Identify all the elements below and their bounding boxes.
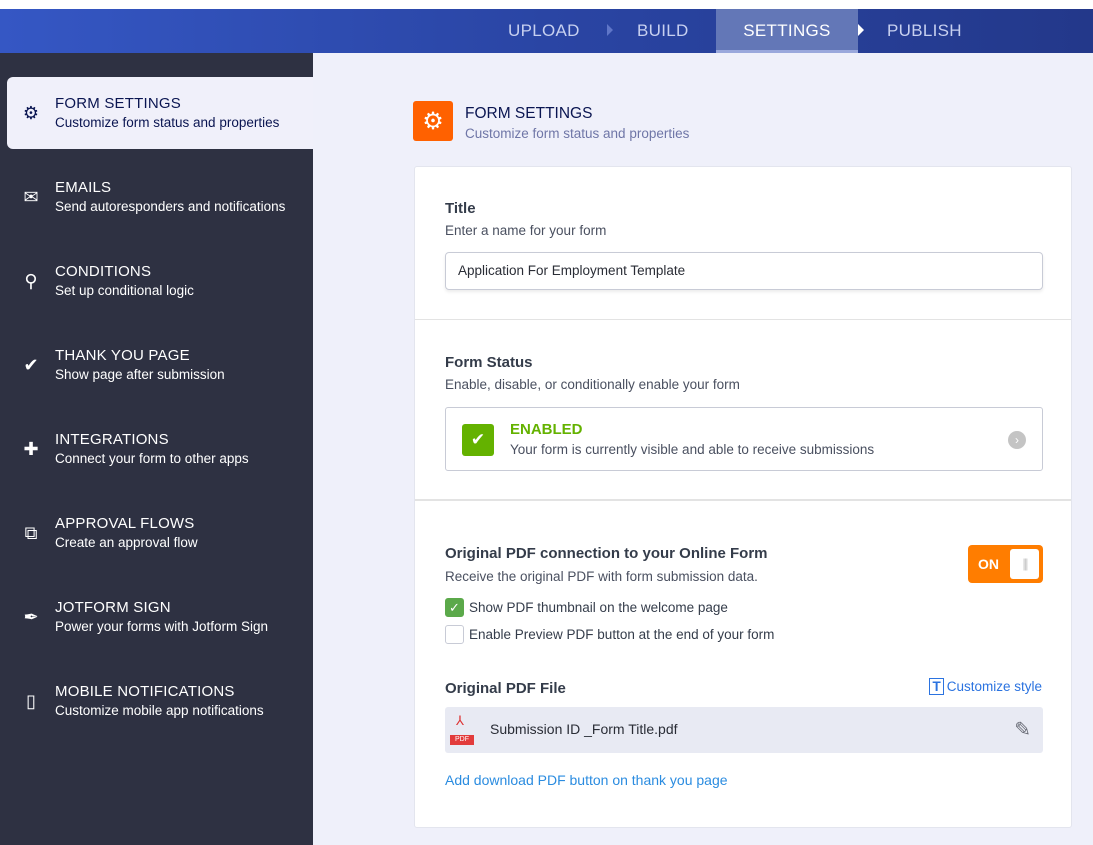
form-status-button[interactable]: ✔ ENABLED Your form is currently visible… <box>445 407 1043 471</box>
sidebar-item-thank-you-page[interactable]: ✔ THANK YOU PAGE Show page after submissio… <box>7 329 313 401</box>
chevron-right-icon: › <box>1008 431 1026 449</box>
sign-pen-icon: ✒ <box>23 606 39 627</box>
gear-icon: ⚙ <box>22 102 40 123</box>
sidebar-item-subtitle: Connect your form to other apps <box>55 451 249 466</box>
status-description: Your form is currently visible and able … <box>510 442 875 457</box>
sidebar-item-title: APPROVAL FLOWS <box>55 515 195 532</box>
toggle-label: ON <box>978 556 999 572</box>
sidebar-item-form-settings[interactable]: ⚙ FORM SETTINGS Customize form status and … <box>7 77 313 149</box>
pencil-icon[interactable]: ✎ <box>1014 717 1031 742</box>
pdf-tag: PDF <box>450 735 474 745</box>
approval-icon: ⧉ <box>24 522 38 543</box>
page-subtitle: Customize form status and properties <box>465 126 690 141</box>
pdf-file-row: ⅄ PDF Submission ID _Form Title.pdf ✎ <box>445 707 1043 753</box>
enabled-form-icon: ✔ <box>462 424 494 456</box>
sidebar-item-subtitle: Show page after submission <box>55 367 225 382</box>
sidebar-item-jotform-sign[interactable]: ✒ JOTFORM SIGN Power your forms with Jotfo… <box>7 581 313 653</box>
sidebar-item-title: JOTFORM SIGN <box>55 599 171 616</box>
customize-style-label: Customize style <box>946 679 1042 694</box>
show-thumbnail-checkbox[interactable]: ✓ <box>445 598 464 617</box>
puzzle-icon: ✚ <box>23 438 39 459</box>
title-section: Title Enter a name for your form Applica… <box>415 167 1071 320</box>
top-nav: UPLOAD BUILD SETTINGS PUBLISH <box>0 9 1093 53</box>
sidebar-item-title: FORM SETTINGS <box>55 95 181 112</box>
settings-card: Title Enter a name for your form Applica… <box>414 166 1072 828</box>
sidebar: ⚙ FORM SETTINGS Customize form status and … <box>0 53 313 845</box>
sidebar-item-title: INTEGRATIONS <box>55 431 169 448</box>
tab-settings[interactable]: SETTINGS <box>716 9 858 53</box>
status-label: Form Status <box>445 354 533 371</box>
sidebar-item-subtitle: Customize form status and properties <box>55 115 280 130</box>
sidebar-item-title: MOBILE NOTIFICATIONS <box>55 683 235 700</box>
pdf-file-label: Original PDF File <box>445 680 566 697</box>
top-strip <box>0 0 1093 9</box>
customize-style-link[interactable]: T Customize style <box>929 678 1042 695</box>
sidebar-item-integrations[interactable]: ✚ INTEGRATIONS Connect your form to other … <box>7 413 313 485</box>
title-label: Title <box>445 200 476 217</box>
sidebar-item-approval-flows[interactable]: ⧉ APPROVAL FLOWS Create an approval flow <box>7 497 313 569</box>
title-input[interactable]: Application For Employment Template <box>445 252 1043 290</box>
sidebar-item-conditions[interactable]: ⚲ CONDITIONS Set up conditional logic <box>7 245 313 317</box>
check-circle-icon: ✔ <box>23 354 39 375</box>
pdf-file-icon: ⅄ PDF <box>450 713 474 745</box>
pdf-file-name: Submission ID _Form Title.pdf <box>490 721 678 737</box>
sidebar-item-subtitle: Set up conditional logic <box>55 283 194 298</box>
tab-publish[interactable]: PUBLISH <box>887 9 962 53</box>
add-download-pdf-link[interactable]: Add download PDF button on thank you pag… <box>445 772 728 788</box>
page-title: FORM SETTINGS <box>465 105 593 122</box>
toggle-knob: ||| <box>1010 549 1039 579</box>
mobile-icon: ▯ <box>26 690 36 711</box>
title-help: Enter a name for your form <box>445 223 607 238</box>
checkbox-label: Show PDF thumbnail on the welcome page <box>469 600 728 615</box>
tab-build[interactable]: BUILD <box>637 9 689 53</box>
pdf-connection-help: Receive the original PDF with form submi… <box>445 569 758 584</box>
sidebar-item-title: EMAILS <box>55 179 112 196</box>
text-style-icon: T <box>929 678 944 695</box>
pdf-connection-toggle[interactable]: ON ||| <box>968 545 1043 583</box>
checkbox-label: Enable Preview PDF button at the end of … <box>469 627 775 642</box>
chevron-right-icon <box>858 24 864 36</box>
sidebar-item-title: THANK YOU PAGE <box>55 347 190 364</box>
sidebar-item-mobile-notifications[interactable]: ▯ MOBILE NOTIFICATIONS Customize mobile ap… <box>7 665 313 737</box>
gear-icon: ⚙ <box>413 101 453 141</box>
enable-preview-checkbox[interactable] <box>445 625 464 644</box>
status-value: ENABLED <box>510 421 583 438</box>
pdf-connection-label: Original PDF connection to your Online F… <box>445 545 768 562</box>
envelope-icon: ✉ <box>23 186 39 207</box>
status-section: Form Status Enable, disable, or conditio… <box>415 320 1071 501</box>
sidebar-item-emails[interactable]: ✉ EMAILS Send autoresponders and notificat… <box>7 161 313 233</box>
pdf-section: Original PDF connection to your Online F… <box>415 501 1071 827</box>
sidebar-item-subtitle: Customize mobile app notifications <box>55 703 264 718</box>
status-help: Enable, disable, or conditionally enable… <box>445 377 740 392</box>
sidebar-item-title: CONDITIONS <box>55 263 152 280</box>
sidebar-item-subtitle: Create an approval flow <box>55 535 198 550</box>
conditions-icon: ⚲ <box>24 270 38 291</box>
sidebar-item-subtitle: Power your forms with Jotform Sign <box>55 619 269 634</box>
sidebar-item-subtitle: Send autoresponders and notifications <box>55 199 286 214</box>
tab-upload[interactable]: UPLOAD <box>508 9 580 53</box>
chevron-right-icon <box>607 24 613 36</box>
